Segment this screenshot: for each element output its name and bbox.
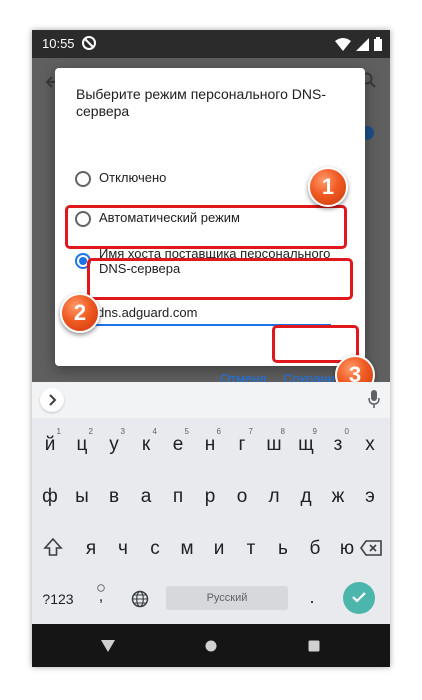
key-row3[interactable]: т: [236, 530, 266, 568]
keyboard: й1 ц2 у3 к4 е5 н6 г7 ш8 щ9 з0 х ф ы в а …: [32, 382, 390, 624]
key-label: ц: [76, 434, 88, 455]
key-row1[interactable]: е5: [163, 426, 193, 464]
key-row2[interactable]: о: [227, 478, 257, 516]
enter-key[interactable]: [343, 582, 375, 614]
key-row2[interactable]: д: [291, 478, 321, 516]
emoji-icon: [97, 584, 105, 592]
key-row2[interactable]: э: [355, 478, 385, 516]
globe-icon: [131, 590, 149, 608]
radio-off-label[interactable]: Отключено: [99, 170, 166, 185]
key-label: ш: [266, 434, 282, 455]
key-row1[interactable]: у3: [99, 426, 129, 464]
key-label: г: [238, 434, 246, 455]
nav-home-icon[interactable]: [205, 640, 217, 652]
key-number-hint: 0: [344, 427, 349, 436]
key-row1[interactable]: х: [355, 426, 385, 464]
key-number-hint: 3: [120, 427, 125, 436]
highlight-hostname-option: [65, 205, 347, 249]
period-key[interactable]: .: [302, 582, 322, 616]
status-icons: [335, 35, 382, 53]
key-row1[interactable]: к4: [131, 426, 161, 464]
key-row1[interactable]: з0: [323, 426, 353, 464]
key-number-hint: 5: [184, 427, 189, 436]
key-row1[interactable]: г7: [227, 426, 257, 464]
mic-icon[interactable]: [368, 390, 380, 408]
key-row2[interactable]: п: [163, 478, 193, 516]
wifi-icon: [335, 37, 351, 51]
key-row1[interactable]: ц2: [67, 426, 97, 464]
dns-hostname-input[interactable]: [95, 300, 331, 326]
key-row2[interactable]: ф: [35, 478, 65, 516]
radio-off[interactable]: [75, 171, 91, 187]
key-row3[interactable]: ч: [108, 530, 138, 568]
shift-key[interactable]: [38, 530, 68, 564]
key-row1[interactable]: н6: [195, 426, 225, 464]
key-row2[interactable]: в: [99, 478, 129, 516]
keyboard-toolbar: [32, 382, 390, 418]
dnd-icon: [82, 36, 96, 50]
key-label: н: [204, 434, 216, 455]
key-row3[interactable]: м: [172, 530, 202, 568]
key-row2[interactable]: ж: [323, 478, 353, 516]
key-number-hint: 4: [152, 427, 157, 436]
key-row3[interactable]: и: [204, 530, 234, 568]
key-label: з: [333, 434, 343, 455]
highlight-hostname-input: [87, 258, 353, 300]
status-bar: 10:55: [32, 30, 390, 58]
callout-badge-1: 1: [308, 167, 348, 207]
key-number-hint: 7: [248, 427, 253, 436]
key-row1[interactable]: щ9: [291, 426, 321, 464]
chevron-right-icon[interactable]: [40, 388, 64, 412]
callout-badge-2: 2: [60, 293, 100, 333]
key-row2[interactable]: а: [131, 478, 161, 516]
key-row3[interactable]: ь: [268, 530, 298, 568]
shift-icon: [43, 537, 63, 556]
key-number-hint: 1: [56, 427, 61, 436]
key-row3[interactable]: с: [140, 530, 170, 568]
backspace-icon: [360, 540, 382, 556]
dialog-title: Выберите режим персонального DNS-сервера: [76, 86, 326, 119]
key-label: к: [141, 434, 151, 455]
key-row3[interactable]: я: [76, 530, 106, 568]
key-number-hint: 8: [280, 427, 285, 436]
key-row3[interactable]: б: [300, 530, 330, 568]
check-icon: [352, 591, 366, 603]
key-label: е: [172, 434, 184, 455]
key-row1[interactable]: ш8: [259, 426, 289, 464]
comma-key[interactable]: ,: [92, 582, 110, 616]
navigation-bar: [32, 624, 390, 667]
backspace-key[interactable]: [356, 532, 386, 566]
key-number-hint: 6: [216, 427, 221, 436]
battery-icon: [374, 37, 382, 51]
key-row2[interactable]: л: [259, 478, 289, 516]
key-row1[interactable]: й1: [35, 426, 65, 464]
nav-recents-icon[interactable]: [308, 640, 320, 652]
key-row2[interactable]: ы: [67, 478, 97, 516]
key-label: х: [365, 434, 375, 455]
language-key[interactable]: [128, 582, 152, 616]
key-row2[interactable]: р: [195, 478, 225, 516]
space-key[interactable]: Русский: [166, 586, 288, 610]
key-label: у: [109, 434, 119, 455]
nav-back-icon[interactable]: [101, 640, 115, 652]
key-label: щ: [298, 434, 314, 455]
phone-screen: 10:55 Выберите режим персонального DNS-с…: [32, 30, 390, 667]
signal-icon: [356, 37, 369, 51]
key-label: й: [44, 434, 56, 455]
status-time: 10:55: [42, 36, 75, 51]
key-number-hint: 2: [88, 427, 93, 436]
symbols-key[interactable]: ?123: [38, 582, 78, 616]
key-number-hint: 9: [312, 427, 317, 436]
